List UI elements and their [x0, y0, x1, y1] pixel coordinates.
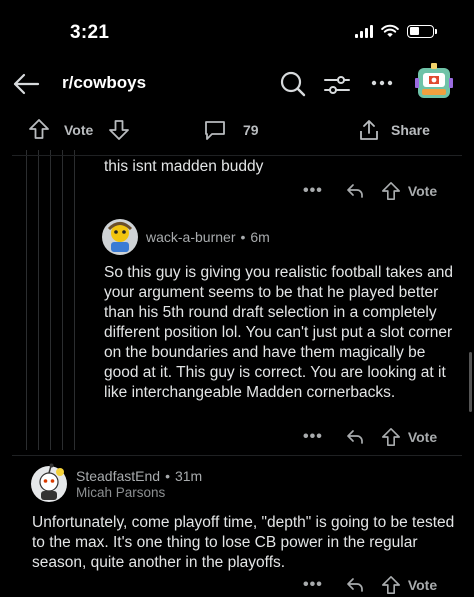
status-icons	[355, 24, 437, 38]
status-time: 3:21	[70, 22, 110, 43]
more-options-icon[interactable]: •••	[303, 576, 323, 594]
comment-body: Unfortunately, come playoff time, "depth…	[32, 514, 455, 571]
reply-icon[interactable]	[345, 576, 365, 594]
downvote-icon[interactable]	[108, 119, 130, 141]
comment-age: 6m	[250, 229, 270, 245]
user-avatar-icon[interactable]	[414, 62, 454, 104]
upvote-icon[interactable]	[381, 427, 401, 447]
comment-actions: ••• Vote	[303, 180, 437, 202]
comment-vote-label: Vote	[407, 577, 438, 593]
user-flair: Micah Parsons	[76, 485, 166, 500]
thread-divider	[12, 155, 462, 156]
username[interactable]: SteadfastEnd	[76, 468, 160, 484]
thread-line[interactable]	[38, 150, 39, 450]
comment-icon[interactable]	[203, 119, 227, 141]
battery-icon	[407, 24, 437, 38]
thread-divider	[12, 455, 462, 456]
comment-actions: ••• Vote	[303, 426, 437, 448]
thread-line[interactable]	[74, 150, 75, 450]
search-icon[interactable]	[279, 70, 307, 98]
thread-line[interactable]	[26, 150, 27, 450]
comment-vote-label: Vote	[407, 183, 438, 199]
meta-separator: •	[240, 229, 246, 245]
reply-icon[interactable]	[345, 428, 365, 446]
comment-meta: SteadfastEnd • 31m	[76, 468, 202, 484]
comment-age: 31m	[174, 468, 203, 484]
thread-line[interactable]	[62, 150, 63, 450]
username[interactable]: wack-a-burner	[146, 229, 235, 245]
comment-count: 79	[243, 122, 259, 138]
comment-body: So this guy is giving you realistic foot…	[104, 264, 453, 401]
share-icon[interactable]	[357, 118, 381, 142]
upvote-icon[interactable]	[381, 181, 401, 201]
comment-actions: ••• Vote	[303, 574, 437, 596]
comment-meta: wack-a-burner • 6m	[146, 229, 270, 245]
post-action-bar: Vote 79 Share	[0, 116, 474, 144]
comment-body: this isnt madden buddy	[104, 158, 264, 175]
upvote-icon[interactable]	[381, 575, 401, 595]
back-arrow-icon[interactable]	[12, 72, 40, 96]
comment-vote-label: Vote	[407, 429, 438, 445]
more-options-icon[interactable]: •••	[303, 428, 323, 446]
cellular-signal-icon	[355, 24, 373, 38]
thread-line[interactable]	[50, 150, 51, 450]
more-options-icon[interactable]	[371, 80, 393, 86]
avatar[interactable]	[29, 462, 69, 504]
meta-separator: •	[165, 468, 170, 484]
reply-icon[interactable]	[345, 182, 365, 200]
subreddit-title[interactable]: r/cowboys	[62, 73, 146, 93]
scrollbar[interactable]	[469, 352, 472, 412]
avatar[interactable]	[101, 218, 139, 256]
post-vote-label: Vote	[64, 122, 94, 138]
sort-filter-icon[interactable]	[322, 72, 352, 98]
share-label[interactable]: Share	[391, 122, 430, 138]
upvote-icon[interactable]	[28, 118, 50, 140]
more-options-icon[interactable]: •••	[303, 182, 323, 200]
wifi-icon	[381, 24, 399, 37]
